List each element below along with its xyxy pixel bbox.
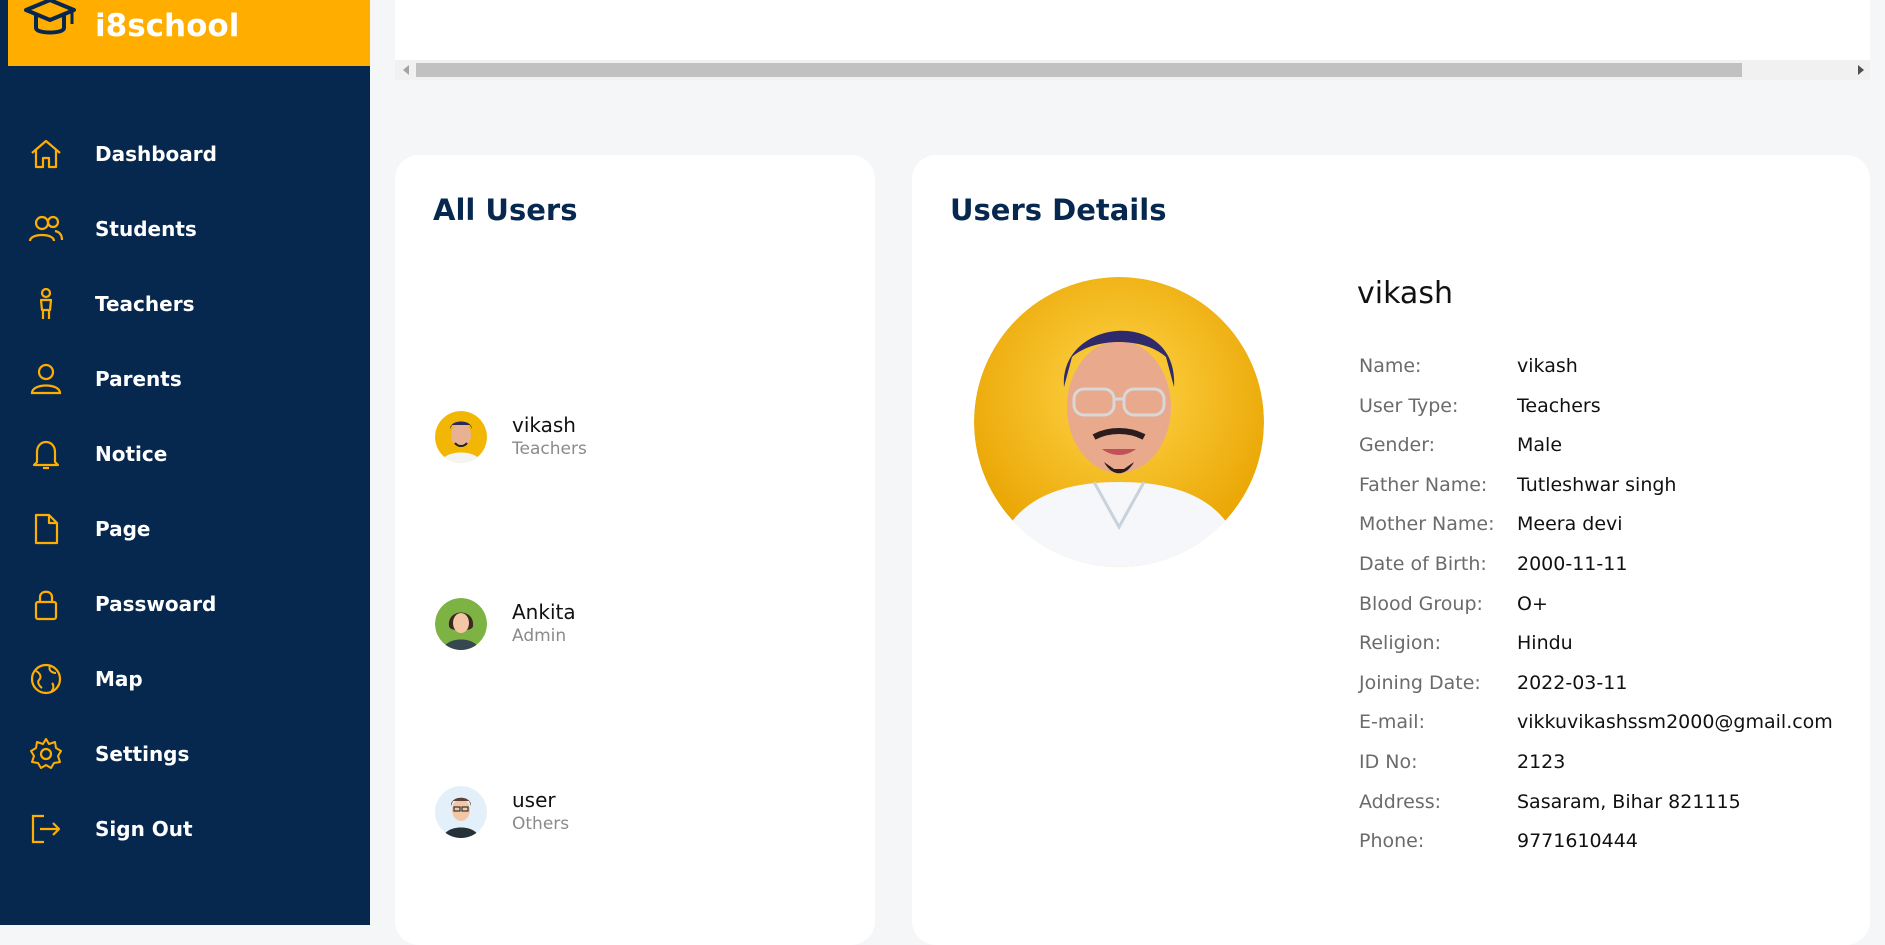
scrollbar-thumb[interactable] [416, 63, 1742, 77]
info-label: Joining Date: [1359, 671, 1481, 694]
sidebar-item-settings[interactable]: Settings [0, 716, 370, 791]
info-value: Sasaram, Bihar 821115 [1517, 790, 1741, 813]
info-value: 2123 [1517, 750, 1566, 773]
info-label: Father Name: [1359, 473, 1488, 496]
profile-photo [974, 277, 1264, 567]
info-label: User Type: [1359, 394, 1459, 417]
sidebar-item-map[interactable]: Map [0, 641, 370, 716]
info-value: Hindu [1517, 632, 1573, 655]
scroll-right-arrow-icon[interactable] [1858, 65, 1864, 75]
info-row-email: E-mail: vikkuvikashssm2000@gmail.com [1359, 711, 1859, 751]
info-value: O+ [1517, 592, 1548, 615]
sidebar-item-label: Page [95, 516, 151, 541]
info-row-address: Address: Sasaram, Bihar 821115 [1359, 791, 1859, 831]
info-row-father-name: Father Name: Tutleshwar singh [1359, 474, 1859, 514]
sidebar-item-dashboard[interactable]: Dashboard [0, 116, 370, 191]
avatar [435, 598, 487, 650]
info-value: 2000-11-11 [1517, 552, 1628, 575]
info-row-id-no: ID No: 2123 [1359, 751, 1859, 791]
sidebar-item-students[interactable]: Students [0, 191, 370, 266]
info-row-blood-group: Blood Group: O+ [1359, 593, 1859, 633]
sidebar-item-label: Parents [95, 366, 182, 391]
info-value: vikkuvikashssm2000@gmail.com [1517, 711, 1833, 734]
sign-out-icon [28, 811, 64, 847]
info-label: Gender: [1359, 434, 1436, 457]
sidebar-item-password[interactable]: Passwoard [0, 566, 370, 641]
info-row-name: Name: vikash [1359, 355, 1859, 395]
sidebar-item-label: Teachers [95, 291, 195, 316]
info-label: Religion: [1359, 632, 1442, 655]
user-name: Ankita [512, 600, 576, 624]
sidebar-item-page[interactable]: Page [0, 491, 370, 566]
all-users-title: All Users [433, 193, 578, 227]
sidebar-item-notice[interactable]: Notice [0, 416, 370, 491]
top-card [395, 0, 1870, 80]
all-users-card: All Users vikash Teachers Ankita Admin u… [395, 155, 875, 945]
sidebar-item-parents[interactable]: Parents [0, 341, 370, 416]
horizontal-scrollbar[interactable] [395, 60, 1870, 80]
list-item[interactable]: user Others [435, 786, 835, 846]
sidebar-item-label: Sign Out [95, 816, 193, 841]
sidebar-nav: Dashboard Students Teachers Parents Noti… [0, 116, 370, 866]
profile-name: vikash [1357, 276, 1453, 311]
brand-name: i8school [95, 8, 240, 44]
info-label: Name: [1359, 355, 1422, 377]
info-value: 9771610444 [1517, 830, 1638, 853]
info-row-joining-date: Joining Date: 2022-03-11 [1359, 672, 1859, 712]
info-row-mother-name: Mother Name: Meera devi [1359, 513, 1859, 553]
info-value: Tutleshwar singh [1517, 473, 1677, 496]
file-icon [28, 511, 64, 547]
info-label: Phone: [1359, 830, 1425, 853]
info-row-religion: Religion: Hindu [1359, 632, 1859, 672]
user-details-card: Users Details vikash Name: vikash User T… [912, 155, 1870, 945]
sidebar-item-label: Settings [95, 741, 190, 766]
info-value: vikash [1517, 355, 1578, 377]
globe-icon [28, 661, 64, 697]
info-row-date-of-birth: Date of Birth: 2000-11-11 [1359, 553, 1859, 593]
teacher-icon [28, 286, 64, 322]
info-label: E-mail: [1359, 711, 1425, 734]
sidebar-item-label: Students [95, 216, 197, 241]
gear-icon [28, 736, 64, 772]
user-info-list: Name: vikash User Type: Teachers Gender:… [1359, 355, 1859, 870]
lock-icon [28, 586, 64, 622]
info-value: Male [1517, 434, 1563, 457]
list-item[interactable]: vikash Teachers [435, 411, 835, 471]
info-value: Meera devi [1517, 513, 1623, 536]
user-role: Teachers [512, 439, 587, 459]
bell-icon [28, 436, 64, 472]
info-value: 2022-03-11 [1517, 671, 1628, 694]
info-label: Blood Group: [1359, 592, 1483, 615]
sidebar: i8school Dashboard Students Teachers Par… [0, 0, 370, 925]
user-name: user [512, 788, 556, 812]
sidebar-item-label: Map [95, 666, 143, 691]
sidebar-item-teachers[interactable]: Teachers [0, 266, 370, 341]
scroll-left-arrow-icon[interactable] [403, 65, 409, 75]
graduation-cap-icon [22, 0, 78, 46]
info-label: Address: [1359, 790, 1442, 813]
user-role: Others [512, 814, 570, 834]
user-details-title: Users Details [950, 193, 1167, 227]
brand-bar[interactable]: i8school [8, 0, 370, 66]
sidebar-item-label: Notice [95, 441, 168, 466]
info-row-phone: Phone: 9771610444 [1359, 830, 1859, 870]
info-label: Mother Name: [1359, 513, 1495, 536]
sidebar-item-label: Dashboard [95, 141, 217, 166]
info-value: Teachers [1517, 394, 1601, 417]
home-icon [28, 136, 64, 172]
user-name: vikash [512, 413, 576, 437]
list-item[interactable]: Ankita Admin [435, 598, 835, 658]
sidebar-item-label: Passwoard [95, 591, 217, 616]
info-label: ID No: [1359, 750, 1418, 773]
avatar [435, 786, 487, 838]
info-row-user-type: User Type: Teachers [1359, 395, 1859, 435]
user-icon [28, 361, 64, 397]
users-icon [28, 211, 64, 247]
sidebar-item-sign-out[interactable]: Sign Out [0, 791, 370, 866]
info-label: Date of Birth: [1359, 552, 1487, 575]
avatar [435, 411, 487, 463]
user-role: Admin [512, 626, 567, 646]
info-row-gender: Gender: Male [1359, 434, 1859, 474]
